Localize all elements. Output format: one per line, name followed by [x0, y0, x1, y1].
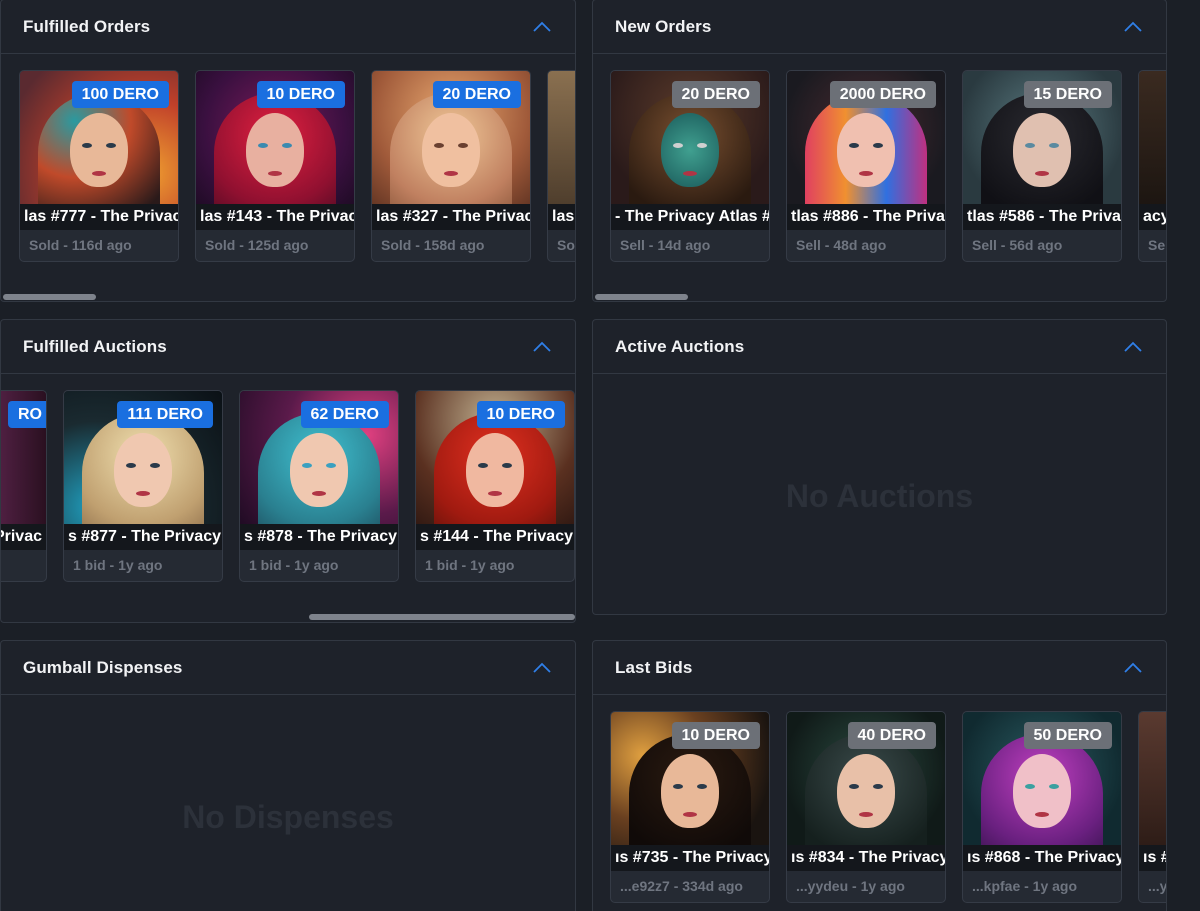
panel-title: Fulfilled Orders	[23, 16, 151, 36]
order-status: Sold - 158d ago	[381, 237, 485, 253]
fulfilled-auctions-panel: Fulfilled Auctions RO Privac 111 DERO s …	[0, 319, 576, 623]
horizontal-scrollbar[interactable]	[309, 614, 575, 620]
horizontal-scrollbar[interactable]	[3, 294, 96, 300]
order-status: Sold - 116d ago	[29, 237, 132, 253]
empty-state-message: No Dispenses	[182, 799, 394, 835]
nft-name: las	[548, 204, 575, 230]
nft-card[interactable]: ıs # ...y	[1138, 711, 1167, 903]
nft-name: s #144 - The Privacy	[416, 524, 574, 550]
fulfilled-orders-header: Fulfilled Orders	[1, 0, 575, 54]
price-badge: 20 DERO	[432, 81, 521, 108]
order-status: Sell - 14d ago	[620, 237, 711, 253]
price-badge: 40 DERO	[847, 722, 936, 749]
price-badge: RO	[8, 401, 46, 428]
price-badge: 2000 DERO	[829, 81, 936, 108]
nft-name: s #878 - The Privacy	[240, 524, 398, 550]
nft-name: ıs #868 - The Privacy	[963, 845, 1121, 871]
active-auctions-panel: Active Auctions No Auctions	[592, 319, 1167, 615]
nft-card[interactable]: 100 DERO las #777 - The Privacy Atlas So…	[19, 70, 179, 262]
chevron-up-icon[interactable]	[1122, 16, 1144, 38]
nft-name: las #143 - The Privacy Atlas	[196, 204, 354, 230]
nft-name: ıs #735 - The Privacy	[611, 845, 769, 871]
fulfilled-orders-panel: Fulfilled Orders 100 DERO las #777 - The…	[0, 0, 576, 302]
order-status: Sell - 48d ago	[796, 237, 887, 253]
price-badge: 15 DERO	[1023, 81, 1112, 108]
nft-name: las #327 - The Privacy Atlas	[372, 204, 530, 230]
panel-title: New Orders	[615, 16, 712, 36]
price-badge: 10 DERO	[256, 81, 345, 108]
horizontal-scrollbar[interactable]	[595, 294, 688, 300]
nft-name: acy	[1139, 204, 1166, 230]
new-orders-header: New Orders	[593, 0, 1166, 54]
bidder-info: ...yydeu - 1y ago	[796, 878, 905, 894]
chevron-up-icon[interactable]	[531, 657, 553, 679]
gumball-dispenses-panel: Gumball Dispenses No Dispenses	[0, 640, 576, 911]
order-status: Sold - 125d ago	[205, 237, 309, 253]
nft-name: ıs #834 - The Privacy	[787, 845, 945, 871]
nft-card[interactable]: 20 DERO - The Privacy Atlas # Sell - 14d…	[610, 70, 770, 262]
order-status: Sell - 56d ago	[972, 237, 1063, 253]
chevron-up-icon[interactable]	[1122, 657, 1144, 679]
price-badge: 10 DERO	[671, 722, 760, 749]
price-badge: 62 DERO	[300, 401, 389, 428]
nft-card[interactable]: 62 DERO s #878 - The Privacy 1 bid - 1y …	[239, 390, 399, 582]
nft-name: s #877 - The Privacy	[64, 524, 222, 550]
nft-image	[1139, 712, 1166, 857]
nft-card[interactable]: acy Se	[1138, 70, 1166, 262]
price-badge: 50 DERO	[1023, 722, 1112, 749]
nft-card[interactable]: 40 DERO ıs #834 - The Privacy ...yydeu -…	[786, 711, 946, 903]
panel-title: Fulfilled Auctions	[23, 336, 167, 356]
nft-name: tlas #886 - The Privacy	[787, 204, 945, 230]
price-badge: 100 DERO	[71, 81, 169, 108]
nft-card[interactable]: 2000 DERO tlas #886 - The Privacy Sell -…	[786, 70, 946, 262]
bidder-info: ...kpfae - 1y ago	[972, 878, 1078, 894]
fulfilled-auctions-header: Fulfilled Auctions	[1, 320, 575, 374]
bid-info: 1 bid - 1y ago	[73, 557, 163, 573]
nft-card[interactable]: RO Privac	[1, 390, 47, 582]
nft-name-text: Privac	[1, 528, 42, 545]
new-orders-panel: New Orders 20 DERO - The Privacy Atlas #…	[592, 0, 1167, 302]
bidder-info: ...e92z7 - 334d ago	[620, 878, 743, 894]
gumball-dispenses-header: Gumball Dispenses	[1, 641, 575, 695]
nft-card[interactable]: 20 DERO las #327 - The Privacy Atlas Sol…	[371, 70, 531, 262]
price-badge: 10 DERO	[476, 401, 565, 428]
nft-card[interactable]: 10 DERO las #143 - The Privacy Atlas Sol…	[195, 70, 355, 262]
nft-card[interactable]: 111 DERO s #877 - The Privacy 1 bid - 1y…	[63, 390, 223, 582]
nft-name: ıs #	[1139, 845, 1166, 871]
panel-title: Last Bids	[615, 657, 693, 677]
order-status: So	[557, 237, 575, 253]
empty-state-message: No Auctions	[785, 478, 974, 514]
nft-card[interactable]: las So	[547, 70, 575, 262]
panel-title: Active Auctions	[615, 336, 745, 356]
bid-info: 1 bid - 1y ago	[425, 557, 515, 573]
nft-card[interactable]: 15 DERO tlas #586 - The Privacy Sell - 5…	[962, 70, 1122, 262]
last-bids-panel: Last Bids 10 DERO ıs #735 - The Privacy …	[592, 640, 1167, 911]
nft-card[interactable]: 10 DERO ıs #735 - The Privacy ...e92z7 -…	[610, 711, 770, 903]
chevron-up-icon[interactable]	[1122, 336, 1144, 358]
chevron-up-icon[interactable]	[531, 336, 553, 358]
price-badge: 20 DERO	[671, 81, 760, 108]
nft-image	[548, 71, 575, 216]
price-badge: 111 DERO	[117, 401, 213, 428]
nft-name: Privac	[1, 524, 46, 550]
order-status: Se	[1148, 237, 1166, 253]
nft-name: las #777 - The Privacy Atlas	[20, 204, 178, 230]
panel-title: Gumball Dispenses	[23, 657, 183, 677]
bidder-info: ...y	[1148, 878, 1167, 894]
active-auctions-header: Active Auctions	[593, 320, 1166, 374]
nft-name: tlas #586 - The Privacy	[963, 204, 1121, 230]
last-bids-header: Last Bids	[593, 641, 1166, 695]
nft-image	[1139, 71, 1166, 216]
bid-info: 1 bid - 1y ago	[249, 557, 339, 573]
nft-card[interactable]: 50 DERO ıs #868 - The Privacy ...kpfae -…	[962, 711, 1122, 903]
nft-name: - The Privacy Atlas #	[611, 204, 769, 230]
nft-card[interactable]: 10 DERO s #144 - The Privacy 1 bid - 1y …	[415, 390, 575, 582]
chevron-up-icon[interactable]	[531, 16, 553, 38]
